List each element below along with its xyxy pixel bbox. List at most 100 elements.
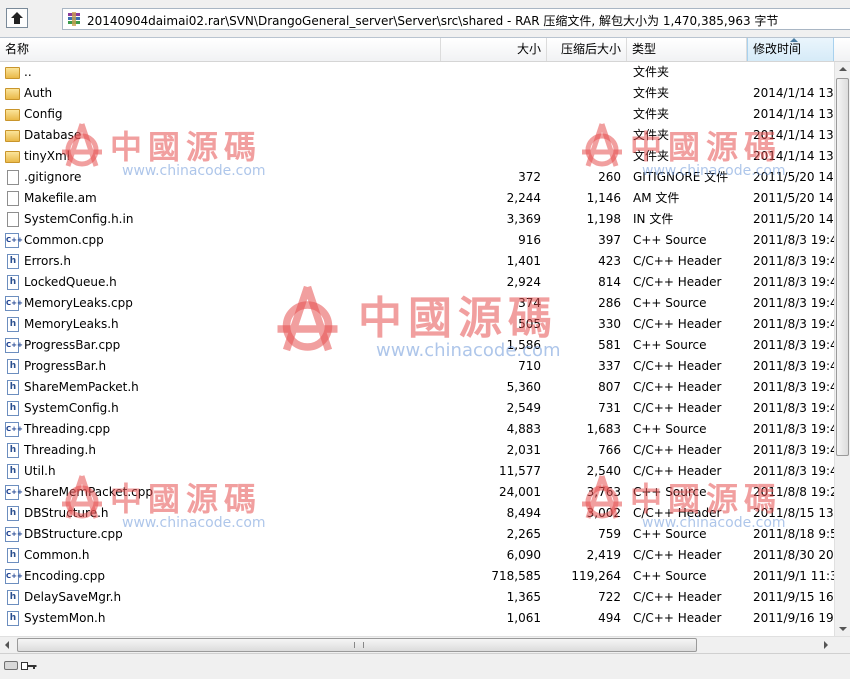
rar-archive-icon	[68, 12, 80, 26]
file-size: 1,365	[506, 590, 541, 604]
file-row[interactable]: .gitignore 372 260 GITIGNORE 文件 2011/5/20 14	[0, 167, 834, 188]
file-modified: 2011/8/15 13	[753, 506, 834, 520]
file-size: 5,360	[506, 380, 541, 394]
file-name: MemoryLeaks.cpp	[24, 296, 133, 310]
horizontal-scroll-thumb[interactable]	[17, 638, 697, 652]
file-type: C/C++ Header	[633, 443, 722, 457]
file-modified: 2011/5/20 14	[753, 170, 834, 184]
up-folder-button[interactable]	[6, 8, 28, 28]
file-name: Database	[24, 128, 82, 142]
file-name: MemoryLeaks.h	[24, 317, 119, 331]
file-modified: 2014/1/14 13	[753, 86, 834, 100]
column-size[interactable]: 大小	[441, 38, 547, 61]
file-size: 2,031	[506, 443, 541, 457]
file-modified: 2011/8/3 19:4	[753, 233, 834, 247]
file-packed-size: 2,540	[586, 464, 621, 478]
file-type: C++ Source	[633, 296, 707, 310]
file-list[interactable]: .. 文件夹 Auth 文件夹 2014/1/14 13 Config 文件夹 2014/1/…	[0, 62, 834, 636]
file-row[interactable]: h Errors.h 1,401 423 C/C++ Header 2011/8/3 19…	[0, 251, 834, 272]
file-type: C/C++ Header	[633, 506, 722, 520]
file-row[interactable]: C++ ShareMemPacket.cpp 24,001 3,763 C++ Sour…	[0, 482, 834, 503]
grip-icon	[354, 642, 364, 648]
file-name: ..	[24, 65, 32, 79]
header-file-icon: h	[7, 275, 19, 290]
file-type: C++ Source	[633, 338, 707, 352]
file-row[interactable]: Auth 文件夹 2014/1/14 13	[0, 83, 834, 104]
file-packed-size: 423	[598, 254, 621, 268]
file-modified: 2011/9/1 11:3	[753, 569, 834, 583]
vertical-scrollbar[interactable]	[834, 62, 850, 636]
file-size: 4,883	[506, 422, 541, 436]
file-name: ProgressBar.h	[24, 359, 107, 373]
file-row[interactable]: h Threading.h 2,031 766 C/C++ Header 2011/8/3…	[0, 440, 834, 461]
file-row[interactable]: h ProgressBar.h 710 337 C/C++ Header 2011/8/3…	[0, 356, 834, 377]
file-row[interactable]: h DBStructure.h 8,494 3,002 C/C++ Header 2011…	[0, 503, 834, 524]
file-row[interactable]: C++ Common.cpp 916 397 C++ Source 2011/8/3 19…	[0, 230, 834, 251]
cpp-file-icon: C++	[5, 296, 23, 311]
file-row[interactable]: Makefile.am 2,244 1,146 AM 文件 2011/5/20 14	[0, 188, 834, 209]
column-packed-size[interactable]: 压缩后大小	[547, 38, 627, 61]
column-type[interactable]: 类型	[627, 38, 747, 61]
scroll-up-icon[interactable]	[839, 67, 847, 71]
file-packed-size: 494	[598, 611, 621, 625]
file-row[interactable]: h SystemConfig.h 2,549 731 C/C++ Header 2011/…	[0, 398, 834, 419]
file-name: Common.cpp	[24, 233, 104, 247]
file-size: 1,061	[506, 611, 541, 625]
file-row[interactable]: C++ ProgressBar.cpp 1,586 581 C++ Source 2011…	[0, 335, 834, 356]
file-size: 2,549	[506, 401, 541, 415]
file-name: Threading.cpp	[24, 422, 111, 436]
file-row[interactable]: .. 文件夹	[0, 62, 834, 83]
file-modified: 2014/1/14 13	[753, 149, 834, 163]
file-modified: 2011/8/3 19:4	[753, 443, 834, 457]
header-file-icon: h	[7, 401, 19, 416]
arrow-up-icon	[11, 12, 23, 24]
file-row[interactable]: C++ MemoryLeaks.cpp 374 286 C++ Source 2011/8…	[0, 293, 834, 314]
file-icon	[7, 212, 19, 227]
column-modified[interactable]: 修改时间	[747, 38, 834, 61]
file-modified: 2011/8/3 19:4	[753, 401, 834, 415]
file-packed-size: 3,763	[586, 485, 621, 499]
file-size: 1,586	[506, 338, 541, 352]
file-type: C/C++ Header	[633, 464, 722, 478]
file-row[interactable]: h LockedQueue.h 2,924 814 C/C++ Header 2011/8…	[0, 272, 834, 293]
file-row[interactable]: SystemConfig.h.in 3,369 1,198 IN 文件 2011/5/2…	[0, 209, 834, 230]
file-row[interactable]: h DelaySaveMgr.h 1,365 722 C/C++ Header 2011/…	[0, 587, 834, 608]
file-type: C/C++ Header	[633, 275, 722, 289]
file-row[interactable]: h ShareMemPacket.h 5,360 807 C/C++ Header 201…	[0, 377, 834, 398]
file-type: IN 文件	[633, 212, 674, 226]
file-packed-size: 731	[598, 401, 621, 415]
file-row[interactable]: h SystemMon.h 1,061 494 C/C++ Header 2011/9/1…	[0, 608, 834, 629]
file-row[interactable]: h Common.h 6,090 2,419 C/C++ Header 2011/8/30…	[0, 545, 834, 566]
scroll-down-icon[interactable]	[839, 627, 847, 631]
file-packed-size: 2,419	[586, 548, 621, 562]
horizontal-scrollbar[interactable]	[0, 636, 850, 653]
header-file-icon: h	[7, 254, 19, 269]
folder-icon	[5, 151, 20, 163]
status-bar	[0, 653, 850, 679]
file-row[interactable]: C++ Encoding.cpp 718,585 119,264 C++ Source 2…	[0, 566, 834, 587]
file-modified: 2011/8/3 19:4	[753, 380, 834, 394]
file-row[interactable]: C++ DBStructure.cpp 2,265 759 C++ Source 2011…	[0, 524, 834, 545]
file-name: Errors.h	[24, 254, 71, 268]
file-row[interactable]: C++ Threading.cpp 4,883 1,683 C++ Source 2011…	[0, 419, 834, 440]
path-field[interactable]: 20140904daimai02.rar\SVN\DrangoGeneral_s…	[62, 8, 850, 30]
cpp-file-icon: C++	[5, 527, 23, 542]
file-name: ShareMemPacket.cpp	[24, 485, 153, 499]
file-name: SystemConfig.h	[24, 401, 119, 415]
file-row[interactable]: h MemoryLeaks.h 505 330 C/C++ Header 2011/8/3…	[0, 314, 834, 335]
file-name: Util.h	[24, 464, 56, 478]
file-row[interactable]: Database 文件夹 2014/1/14 13	[0, 125, 834, 146]
vertical-scroll-thumb[interactable]	[836, 78, 849, 456]
file-packed-size: 286	[598, 296, 621, 310]
scroll-left-icon[interactable]	[5, 641, 9, 649]
file-type: 文件夹	[633, 149, 670, 163]
file-row[interactable]: tinyXml 文件夹 2014/1/14 13	[0, 146, 834, 167]
file-row[interactable]: Config 文件夹 2014/1/14 13	[0, 104, 834, 125]
header-file-icon: h	[7, 506, 19, 521]
file-type: C/C++ Header	[633, 380, 722, 394]
scroll-right-icon[interactable]	[824, 641, 828, 649]
file-size: 8,494	[506, 506, 541, 520]
file-row[interactable]: h Util.h 11,577 2,540 C/C++ Header 2011/8/3 1…	[0, 461, 834, 482]
column-name[interactable]: 名称	[0, 38, 441, 61]
file-modified: 2011/9/16 19	[753, 611, 834, 625]
